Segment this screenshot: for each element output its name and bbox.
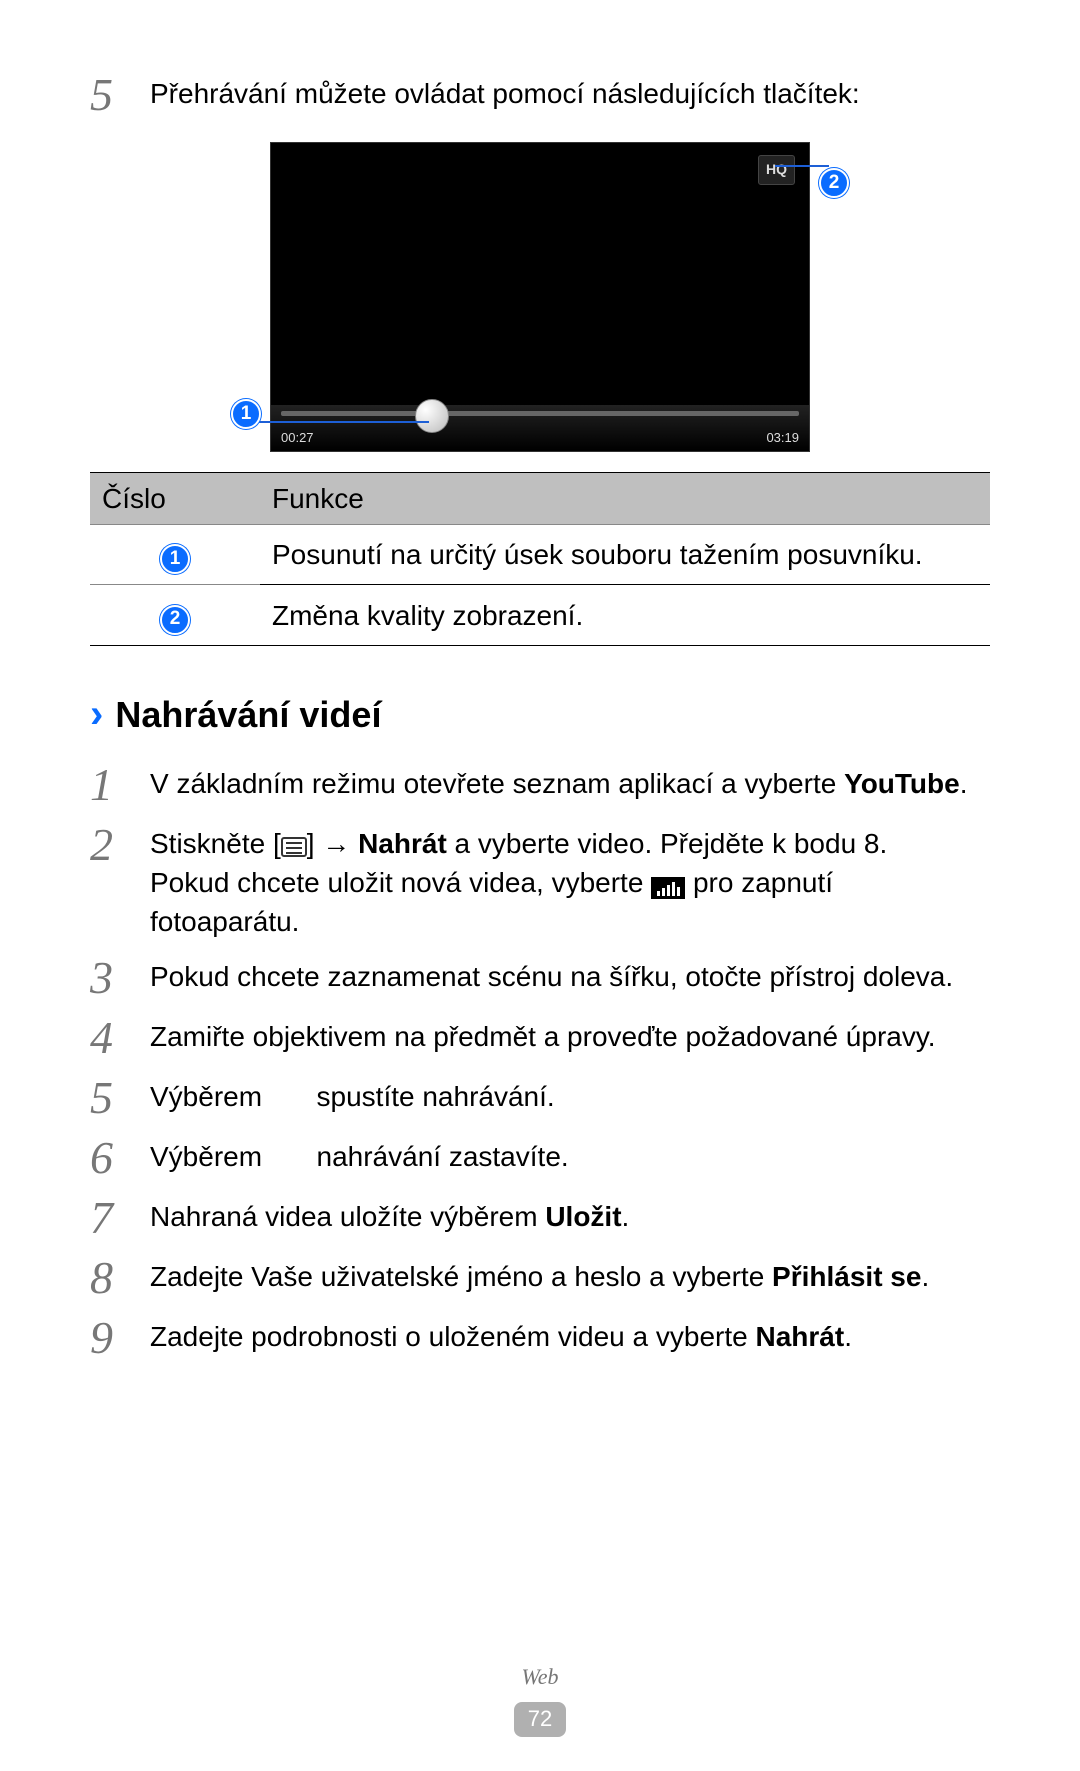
- step-text: V základním režimu otevřete seznam aplik…: [150, 760, 990, 803]
- video-controls-bar: 00:27 03:19: [271, 405, 809, 451]
- camera-icon: [651, 877, 685, 899]
- step-8: 8 Zadejte Vaše uživatelské jméno a heslo…: [90, 1253, 990, 1301]
- progress-track: [281, 411, 799, 416]
- step-7: 7 Nahraná videa uložíte výběrem Uložit.: [90, 1193, 990, 1241]
- step-number: 5: [90, 70, 150, 118]
- text: spustíte nahrávání.: [317, 1081, 555, 1112]
- step-number: 8: [90, 1253, 150, 1301]
- chapter-label: Web: [0, 1662, 1080, 1693]
- step-3: 3 Pokud chcete zaznamenat scénu na šířku…: [90, 953, 990, 1001]
- step-number: 5: [90, 1073, 150, 1121]
- app-name: YouTube: [844, 768, 960, 799]
- step-text: Přehrávání můžete ovládat pomocí následu…: [150, 70, 990, 113]
- step-5: 5 Výběrem spustíte nahrávání.: [90, 1073, 990, 1121]
- text: .: [960, 768, 968, 799]
- table-cell-desc: Změna kvality zobrazení.: [260, 585, 990, 645]
- text: ] →: [307, 828, 358, 859]
- video-illustration: HQ 2 00:27 03:19 1: [240, 142, 840, 452]
- text: Výběrem: [150, 1141, 262, 1172]
- table-header-number: Číslo: [90, 473, 260, 525]
- video-player: HQ 2 00:27 03:19 1: [270, 142, 810, 452]
- section-title: Nahrávání videí: [115, 690, 381, 740]
- step-4: 4 Zamiřte objektivem na předmět a proveď…: [90, 1013, 990, 1061]
- step-text: Zadejte podrobnosti o uloženém videu a v…: [150, 1313, 990, 1356]
- progress-thumb-icon: [415, 399, 449, 433]
- step-number: 7: [90, 1193, 150, 1241]
- time-elapsed: 00:27: [281, 429, 314, 447]
- table-row: 2 Změna kvality zobrazení.: [90, 585, 990, 645]
- step-5-playback: 5 Přehrávání můžete ovládat pomocí násle…: [90, 70, 990, 118]
- action-name: Nahrát: [358, 828, 447, 859]
- number-circle-icon: 2: [160, 605, 190, 635]
- step-number: 3: [90, 953, 150, 1001]
- step-text: Výběrem nahrávání zastavíte.: [150, 1133, 990, 1176]
- number-circle-icon: 1: [231, 399, 261, 429]
- step-1: 1 V základním režimu otevřete seznam apl…: [90, 760, 990, 808]
- table-cell-desc: Posunutí na určitý úsek souboru tažením …: [260, 525, 990, 585]
- number-circle-icon: 2: [819, 168, 849, 198]
- step-text: Zamiřte objektivem na předmět a proveďte…: [150, 1013, 990, 1056]
- section-heading: › Nahrávání videí: [90, 686, 990, 742]
- action-name: Přihlásit se: [772, 1261, 921, 1292]
- text: Výběrem: [150, 1081, 262, 1112]
- text: .: [844, 1321, 852, 1352]
- page-number: 72: [514, 1702, 566, 1737]
- table-cell-num: 2: [90, 585, 260, 645]
- text: .: [921, 1261, 929, 1292]
- text: Pokud chcete uložit nová videa, vyberte: [150, 867, 651, 898]
- page-footer: Web 72: [0, 1662, 1080, 1737]
- step-number: 6: [90, 1133, 150, 1181]
- step-number: 2: [90, 820, 150, 868]
- step-number: 1: [90, 760, 150, 808]
- number-circle-icon: 1: [160, 544, 190, 574]
- chevron-icon: ›: [90, 686, 103, 742]
- text: .: [622, 1201, 630, 1232]
- step-6: 6 Výběrem nahrávání zastavíte.: [90, 1133, 990, 1181]
- table-header-function: Funkce: [260, 473, 990, 525]
- text: Stiskněte [: [150, 828, 281, 859]
- table-cell-num: 1: [90, 525, 260, 585]
- callout-marker-1: 1: [231, 390, 261, 429]
- step-number: 4: [90, 1013, 150, 1061]
- text: Nahraná videa uložíte výběrem: [150, 1201, 545, 1232]
- step-text: Nahraná videa uložíte výběrem Uložit.: [150, 1193, 990, 1236]
- callout-line: [251, 421, 429, 423]
- action-name: Nahrát: [756, 1321, 845, 1352]
- menu-icon: [281, 837, 307, 857]
- time-total: 03:19: [766, 429, 799, 447]
- callout-marker-2: 2: [819, 159, 849, 198]
- text: Zadejte Vaše uživatelské jméno a heslo a…: [150, 1261, 772, 1292]
- step-text: Pokud chcete zaznamenat scénu na šířku, …: [150, 953, 990, 996]
- step-text: Zadejte Vaše uživatelské jméno a heslo a…: [150, 1253, 990, 1296]
- table-row: 1 Posunutí na určitý úsek souboru tažení…: [90, 525, 990, 585]
- text: V základním režimu otevřete seznam aplik…: [150, 768, 844, 799]
- action-name: Uložit: [545, 1201, 621, 1232]
- hq-badge-icon: HQ: [758, 155, 795, 185]
- text: a vyberte video. Přejděte k bodu 8.: [447, 828, 888, 859]
- step-9: 9 Zadejte podrobnosti o uloženém videu a…: [90, 1313, 990, 1361]
- step-text: Výběrem spustíte nahrávání.: [150, 1073, 990, 1116]
- step-number: 9: [90, 1313, 150, 1361]
- step-text: Stiskněte [ ] → Nahrát a vyberte video. P…: [150, 820, 990, 942]
- text: Zadejte podrobnosti o uloženém videu a v…: [150, 1321, 756, 1352]
- text: nahrávání zastavíte.: [317, 1141, 569, 1172]
- function-table: Číslo Funkce 1 Posunutí na určitý úsek s…: [90, 472, 990, 646]
- step-2: 2 Stiskněte [ ] → Nahrát a vyberte video.…: [90, 820, 990, 942]
